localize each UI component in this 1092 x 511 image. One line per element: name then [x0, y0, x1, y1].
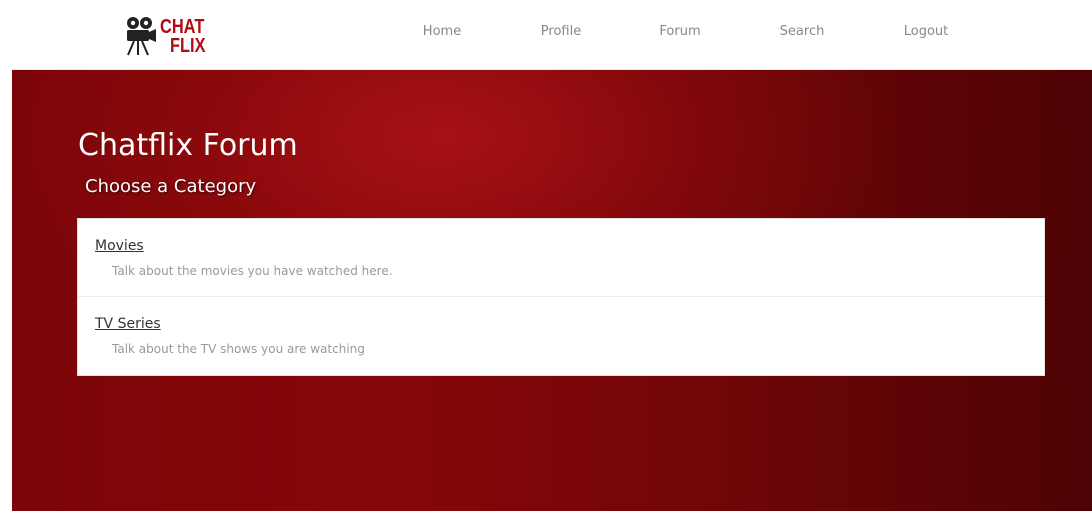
category-description-tv-series: Talk about the TV shows you are watching: [112, 342, 365, 356]
category-link-tv-series[interactable]: TV Series: [95, 316, 161, 332]
nav-link-home[interactable]: Home: [423, 24, 461, 39]
category-item-tv-series: TV Series Talk about the TV shows you ar…: [78, 297, 1044, 375]
nav-link-search[interactable]: Search: [780, 24, 825, 39]
category-description-movies: Talk about the movies you have watched h…: [112, 264, 393, 278]
navbar: CHAT FLIX Home Profile Forum Search Logo…: [12, 0, 1092, 70]
page-title: Chatflix Forum: [78, 128, 298, 163]
page-subtitle: Choose a Category: [85, 176, 257, 197]
forum-hero: Chatflix Forum Choose a Category Movies …: [12, 70, 1092, 511]
nav-link-logout[interactable]: Logout: [904, 24, 949, 39]
category-item-movies: Movies Talk about the movies you have wa…: [78, 219, 1044, 297]
nav-links: Home Profile Forum Search Logout: [12, 24, 1092, 44]
category-list: Movies Talk about the movies you have wa…: [77, 218, 1045, 376]
category-link-movies[interactable]: Movies: [95, 238, 144, 254]
nav-link-forum[interactable]: Forum: [659, 24, 700, 39]
nav-link-profile[interactable]: Profile: [541, 24, 581, 39]
